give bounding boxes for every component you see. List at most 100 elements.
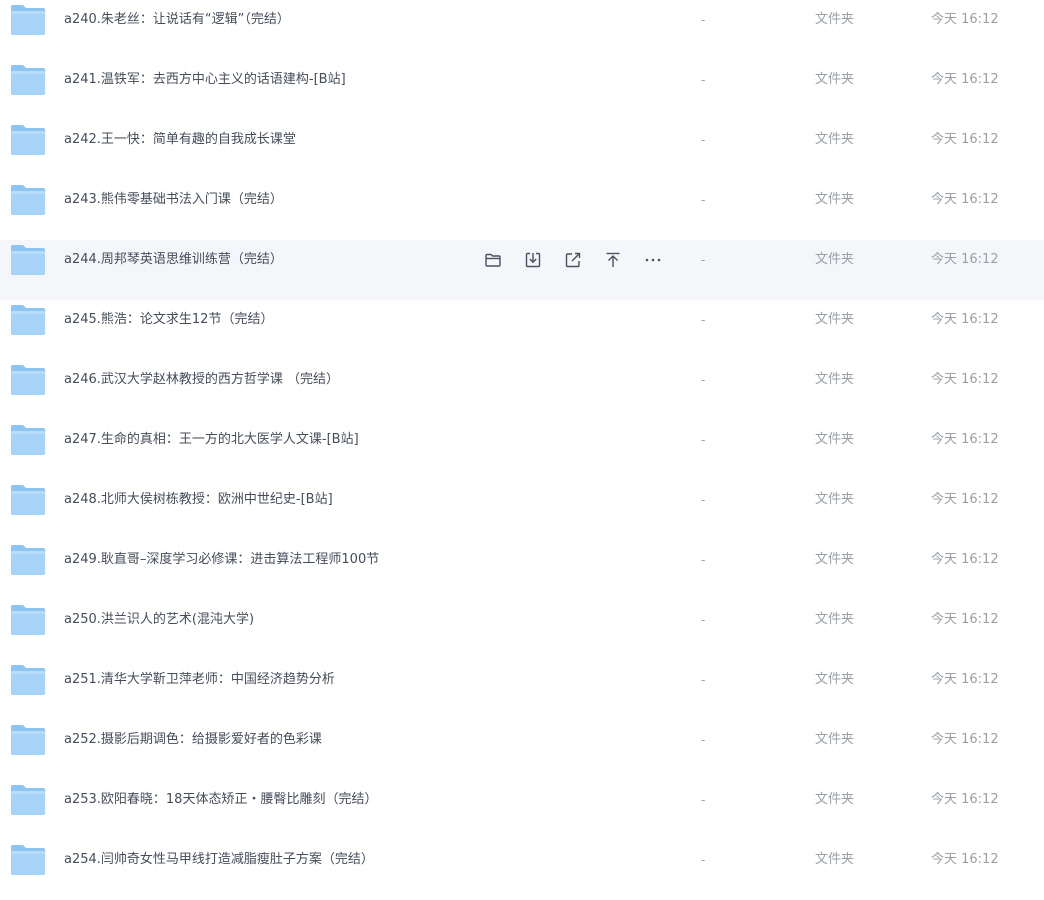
file-type: 文件夹 — [815, 492, 855, 507]
file-modified-time: 今天 16:12 — [931, 492, 999, 507]
file-list: a240.朱老丝：让说话有“逻辑”（完结） - 文件夹 今天 16:12 a24… — [0, 0, 1044, 900]
file-row[interactable]: a246.武汉大学赵林教授的西方哲学课 （完结） - 文件夹 今天 16:12 — [0, 360, 1044, 420]
file-modified-time: 今天 16:12 — [931, 312, 999, 327]
file-size: - — [701, 553, 706, 567]
file-modified-time: 今天 16:12 — [931, 852, 999, 867]
file-row[interactable]: a251.清华大学靳卫萍老师：中国经济趋势分析 - 文件夹 今天 16:12 — [0, 660, 1044, 720]
file-type: 文件夹 — [815, 132, 855, 147]
file-size: - — [701, 73, 706, 87]
more-button[interactable] — [642, 249, 664, 271]
file-type: 文件夹 — [815, 252, 855, 267]
file-size: - — [701, 13, 706, 27]
file-type: 文件夹 — [815, 192, 855, 207]
folder-icon[interactable] — [10, 424, 46, 456]
folder-icon[interactable] — [10, 244, 46, 276]
file-size: - — [701, 193, 706, 207]
file-row[interactable]: a244.周邦琴英语思维训练营（完结） - 文件夹 今天 16:12 — [0, 240, 1044, 300]
file-row[interactable]: a240.朱老丝：让说话有“逻辑”（完结） - 文件夹 今天 16:12 — [0, 0, 1044, 60]
folder-icon[interactable] — [10, 664, 46, 696]
file-name[interactable]: a247.生命的真相：王一方的北大医学人文课-[B站] — [64, 430, 359, 450]
file-name[interactable]: a249.耿直哥–深度学习必修课：进击算法工程师100节 — [64, 550, 379, 570]
file-modified-time: 今天 16:12 — [931, 192, 999, 207]
folder-icon[interactable] — [10, 844, 46, 876]
file-name[interactable]: a241.温铁军：去西方中心主义的话语建构-[B站] — [64, 70, 346, 90]
open-folder-button[interactable] — [482, 249, 504, 271]
file-name[interactable]: a251.清华大学靳卫萍老师：中国经济趋势分析 — [64, 670, 335, 690]
file-name[interactable]: a246.武汉大学赵林教授的西方哲学课 （完结） — [64, 370, 339, 390]
file-type: 文件夹 — [815, 372, 855, 387]
folder-icon[interactable] — [10, 4, 46, 36]
file-type: 文件夹 — [815, 312, 855, 327]
file-size: - — [701, 673, 706, 687]
folder-icon[interactable] — [10, 124, 46, 156]
folder-icon[interactable] — [10, 484, 46, 516]
file-size: - — [701, 433, 706, 447]
file-size: - — [701, 853, 706, 867]
file-modified-time: 今天 16:12 — [931, 252, 999, 267]
pin-top-button[interactable] — [602, 249, 624, 271]
file-size: - — [701, 313, 706, 327]
file-name[interactable]: a242.王一快：简单有趣的自我成长课堂 — [64, 130, 296, 150]
file-type: 文件夹 — [815, 792, 855, 807]
file-modified-time: 今天 16:12 — [931, 72, 999, 87]
share-button[interactable] — [562, 249, 584, 271]
file-modified-time: 今天 16:12 — [931, 372, 999, 387]
file-type: 文件夹 — [815, 612, 855, 627]
file-row[interactable]: a253.欧阳春晓：18天体态矫正・腰臀比雕刻（完结） - 文件夹 今天 16:… — [0, 780, 1044, 840]
file-type: 文件夹 — [815, 852, 855, 867]
file-name[interactable]: a250.洪兰识人的艺术(混沌大学) — [64, 610, 254, 630]
file-name[interactable]: a244.周邦琴英语思维训练营（完结） — [64, 250, 283, 270]
file-type: 文件夹 — [815, 672, 855, 687]
download-button[interactable] — [522, 249, 544, 271]
file-modified-time: 今天 16:12 — [931, 132, 999, 147]
file-row[interactable]: a254.闫帅奇女性马甲线打造减脂瘦肚子方案（完结） - 文件夹 今天 16:1… — [0, 840, 1044, 900]
file-row[interactable]: a241.温铁军：去西方中心主义的话语建构-[B站] - 文件夹 今天 16:1… — [0, 60, 1044, 120]
folder-icon[interactable] — [10, 304, 46, 336]
folder-open-icon — [485, 253, 501, 267]
file-size: - — [701, 133, 706, 147]
file-modified-time: 今天 16:12 — [931, 552, 999, 567]
file-row[interactable]: a242.王一快：简单有趣的自我成长课堂 - 文件夹 今天 16:12 — [0, 120, 1044, 180]
file-modified-time: 今天 16:12 — [931, 612, 999, 627]
file-size: - — [701, 733, 706, 747]
file-modified-time: 今天 16:12 — [931, 792, 999, 807]
folder-icon[interactable] — [10, 184, 46, 216]
file-row[interactable]: a249.耿直哥–深度学习必修课：进击算法工程师100节 - 文件夹 今天 16… — [0, 540, 1044, 600]
more-icon — [645, 258, 661, 262]
file-modified-time: 今天 16:12 — [931, 672, 999, 687]
folder-icon[interactable] — [10, 784, 46, 816]
file-size: - — [701, 793, 706, 807]
file-name[interactable]: a243.熊伟零基础书法入门课（完结） — [64, 190, 283, 210]
file-name[interactable]: a245.熊浩：论文求生12节（完结） — [64, 310, 273, 330]
file-row[interactable]: a245.熊浩：论文求生12节（完结） - 文件夹 今天 16:12 — [0, 300, 1044, 360]
file-modified-time: 今天 16:12 — [931, 432, 999, 447]
file-name[interactable]: a252.摄影后期调色：给摄影爱好者的色彩课 — [64, 730, 322, 750]
file-size: - — [701, 253, 706, 267]
file-row[interactable]: a248.北师大侯树栋教授：欧洲中世纪史-[B站] - 文件夹 今天 16:12 — [0, 480, 1044, 540]
file-size: - — [701, 613, 706, 627]
folder-icon[interactable] — [10, 724, 46, 756]
download-icon — [525, 252, 541, 268]
file-row[interactable]: a252.摄影后期调色：给摄影爱好者的色彩课 - 文件夹 今天 16:12 — [0, 720, 1044, 780]
file-name[interactable]: a253.欧阳春晓：18天体态矫正・腰臀比雕刻（完结） — [64, 790, 377, 810]
file-row[interactable]: a247.生命的真相：王一方的北大医学人文课-[B站] - 文件夹 今天 16:… — [0, 420, 1044, 480]
file-modified-time: 今天 16:12 — [931, 12, 999, 27]
file-type: 文件夹 — [815, 732, 855, 747]
pin-top-icon — [606, 252, 620, 267]
row-actions — [482, 249, 664, 271]
file-size: - — [701, 493, 706, 507]
folder-icon[interactable] — [10, 544, 46, 576]
file-name[interactable]: a248.北师大侯树栋教授：欧洲中世纪史-[B站] — [64, 490, 333, 510]
file-type: 文件夹 — [815, 12, 855, 27]
file-name[interactable]: a254.闫帅奇女性马甲线打造减脂瘦肚子方案（完结） — [64, 850, 374, 870]
file-name[interactable]: a240.朱老丝：让说话有“逻辑”（完结） — [64, 10, 290, 30]
file-type: 文件夹 — [815, 72, 855, 87]
folder-icon[interactable] — [10, 364, 46, 396]
folder-icon[interactable] — [10, 604, 46, 636]
file-row[interactable]: a250.洪兰识人的艺术(混沌大学) - 文件夹 今天 16:12 — [0, 600, 1044, 660]
share-icon — [565, 252, 581, 268]
file-row[interactable]: a243.熊伟零基础书法入门课（完结） - 文件夹 今天 16:12 — [0, 180, 1044, 240]
folder-icon[interactable] — [10, 64, 46, 96]
file-type: 文件夹 — [815, 552, 855, 567]
file-type: 文件夹 — [815, 432, 855, 447]
